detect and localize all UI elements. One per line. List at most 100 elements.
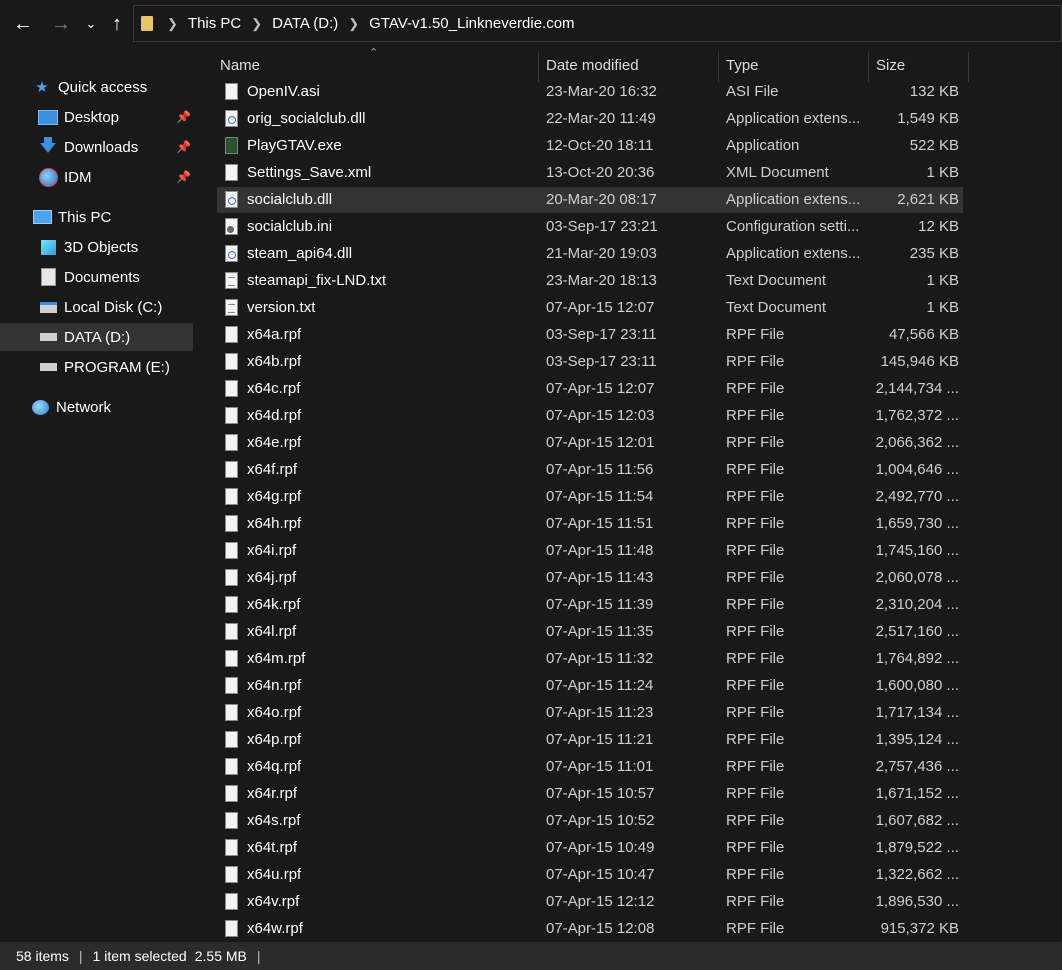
file-name: orig_socialclub.dll <box>247 110 366 127</box>
pin-icon[interactable]: 📌 <box>176 140 191 154</box>
sidebar-item-idm[interactable]: IDM 📌 <box>0 163 193 191</box>
file-icon <box>225 785 238 802</box>
column-header-name[interactable]: Name <box>220 48 536 82</box>
file-type: RPF File <box>726 866 785 883</box>
pin-icon[interactable]: 📌 <box>176 110 191 124</box>
column-header-date-modified[interactable]: Date modified <box>546 48 716 82</box>
sidebar-item-documents[interactable]: Documents <box>0 263 193 291</box>
file-row[interactable]: x64t.rpf 07-Apr-15 10:49 RPF File 1,879,522… <box>217 835 963 861</box>
file-size: 1,659,730 ... <box>875 515 959 532</box>
file-row[interactable]: orig_socialclub.dll 22-Mar-20 11:49 Applic… <box>217 106 963 132</box>
file-date-modified: 07-Apr-15 11:39 <box>546 596 654 613</box>
column-divider[interactable] <box>538 52 539 82</box>
file-icon <box>225 434 238 451</box>
file-row[interactable]: x64a.rpf 03-Sep-17 23:11 RPF File 47,566 KB <box>217 322 963 348</box>
file-row[interactable]: x64o.rpf 07-Apr-15 11:23 RPF File 1,717,134… <box>217 700 963 726</box>
file-name: x64k.rpf <box>247 596 301 613</box>
file-row[interactable]: x64i.rpf 07-Apr-15 11:48 RPF File 1,745,160… <box>217 538 963 564</box>
file-row[interactable]: OpenIV.asi 23-Mar-20 16:32 ASI File 132 KB <box>217 79 963 105</box>
cube-icon <box>38 238 58 256</box>
file-icon <box>225 488 238 505</box>
sidebar-item-3d-objects[interactable]: 3D Objects <box>0 233 193 261</box>
file-row[interactable]: x64c.rpf 07-Apr-15 12:07 RPF File 2,144,734… <box>217 376 963 402</box>
file-row[interactable]: x64w.rpf 07-Apr-15 12:08 RPF File 915,372 K… <box>217 916 963 942</box>
recent-locations-chevron-icon[interactable]: ⌄ <box>82 9 100 39</box>
sidebar-item-desktop[interactable]: Desktop 📌 <box>0 103 193 131</box>
star-icon: ★ <box>35 79 49 96</box>
file-row[interactable]: x64g.rpf 07-Apr-15 11:54 RPF File 2,492,770… <box>217 484 963 510</box>
pin-icon[interactable]: 📌 <box>176 170 191 184</box>
computer-icon <box>32 208 52 226</box>
sidebar-item-downloads[interactable]: 🡇 Downloads 📌 <box>0 133 193 161</box>
file-row[interactable]: x64h.rpf 07-Apr-15 11:51 RPF File 1,659,730… <box>217 511 963 537</box>
file-row[interactable]: x64v.rpf 07-Apr-15 12:12 RPF File 1,896,530… <box>217 889 963 915</box>
up-arrow-icon[interactable]: ↑ <box>105 9 129 39</box>
file-row[interactable]: steam_api64.dll 21-Mar-20 19:03 Applicatio… <box>217 241 963 267</box>
sidebar-item-program-e[interactable]: PROGRAM (E:) <box>0 353 193 381</box>
file-row[interactable]: x64p.rpf 07-Apr-15 11:21 RPF File 1,395,124… <box>217 727 963 753</box>
column-header-size[interactable]: Size <box>876 48 966 82</box>
address-bar[interactable]: ❯ This PC ❯ DATA (D:) ❯ GTAV-v1.50_Linkn… <box>133 5 1062 42</box>
file-row[interactable]: x64f.rpf 07-Apr-15 11:56 RPF File 1,004,646… <box>217 457 963 483</box>
breadcrumb-chevron-icon[interactable]: ❯ <box>251 16 262 32</box>
network-icon <box>30 398 50 416</box>
file-type: RPF File <box>726 434 785 451</box>
file-row[interactable]: PlayGTAV.exe 12-Oct-20 18:11 Application 52… <box>217 133 963 159</box>
file-name: version.txt <box>247 299 316 316</box>
file-row[interactable]: x64d.rpf 07-Apr-15 12:03 RPF File 1,762,372… <box>217 403 963 429</box>
file-row[interactable]: x64u.rpf 07-Apr-15 10:47 RPF File 1,322,662… <box>217 862 963 888</box>
sidebar-item-data-d[interactable]: DATA (D:) <box>0 323 193 351</box>
file-icon <box>225 596 238 613</box>
file-row[interactable]: x64j.rpf 07-Apr-15 11:43 RPF File 2,060,078… <box>217 565 963 591</box>
file-size: 2,060,078 ... <box>875 569 959 586</box>
sidebar-item-label: PROGRAM (E:) <box>64 358 170 376</box>
file-row[interactable]: x64b.rpf 03-Sep-17 23:11 RPF File 145,946 K… <box>217 349 963 375</box>
file-row[interactable]: x64q.rpf 07-Apr-15 11:01 RPF File 2,757,436… <box>217 754 963 780</box>
breadcrumb-this-pc[interactable]: This PC <box>188 15 241 32</box>
file-row[interactable]: x64m.rpf 07-Apr-15 11:32 RPF File 1,764,892… <box>217 646 963 672</box>
breadcrumb-current-folder[interactable]: GTAV-v1.50_Linkneverdie.com <box>369 15 574 32</box>
file-row[interactable]: x64s.rpf 07-Apr-15 10:52 RPF File 1,607,682… <box>217 808 963 834</box>
file-size: 1,322,662 ... <box>875 866 959 883</box>
file-row[interactable]: socialclub.dll 20-Mar-20 08:17 Application… <box>217 187 963 213</box>
column-divider[interactable] <box>868 52 869 82</box>
file-date-modified: 07-Apr-15 11:54 <box>546 488 654 505</box>
column-divider[interactable] <box>718 52 719 82</box>
column-header-type[interactable]: Type <box>726 48 866 82</box>
file-row[interactable]: x64l.rpf 07-Apr-15 11:35 RPF File 2,517,160… <box>217 619 963 645</box>
file-row[interactable]: version.txt 07-Apr-15 12:07 Text Document 1… <box>217 295 963 321</box>
status-divider: | <box>78 948 83 964</box>
file-icon <box>225 650 238 667</box>
file-date-modified: 23-Mar-20 18:13 <box>546 272 657 289</box>
file-type: Application extens... <box>726 191 861 208</box>
file-type: RPF File <box>726 920 785 937</box>
file-row[interactable]: x64r.rpf 07-Apr-15 10:57 RPF File 1,671,152… <box>217 781 963 807</box>
sidebar-item-local-disk-c[interactable]: Local Disk (C:) <box>0 293 193 321</box>
forward-arrow-icon[interactable]: → <box>48 9 74 39</box>
file-name: x64p.rpf <box>247 731 302 748</box>
file-name: x64b.rpf <box>247 353 302 370</box>
file-row[interactable]: steamapi_fix-LND.txt 23-Mar-20 18:13 Text … <box>217 268 963 294</box>
sidebar-item-network[interactable]: Network <box>0 393 193 421</box>
file-icon <box>225 326 238 343</box>
sidebar-item-this-pc[interactable]: This PC <box>0 203 193 231</box>
file-type: RPF File <box>726 623 785 640</box>
file-date-modified: 03-Sep-17 23:21 <box>546 218 658 235</box>
file-name: x64l.rpf <box>247 623 297 640</box>
file-row[interactable]: x64n.rpf 07-Apr-15 11:24 RPF File 1,600,080… <box>217 673 963 699</box>
breadcrumb-chevron-icon[interactable]: ❯ <box>348 16 359 32</box>
file-row[interactable]: x64e.rpf 07-Apr-15 12:01 RPF File 2,066,362… <box>217 430 963 456</box>
file-row[interactable]: socialclub.ini 03-Sep-17 23:21 Configurati… <box>217 214 963 240</box>
back-arrow-icon[interactable]: ← <box>10 9 36 39</box>
sidebar-item-quick-access[interactable]: ★ Quick access <box>0 73 193 101</box>
file-icon <box>225 353 238 370</box>
file-row[interactable]: Settings_Save.xml 13-Oct-20 20:36 XML Docu… <box>217 160 963 186</box>
file-icon <box>225 461 238 478</box>
breadcrumb-data-drive[interactable]: DATA (D:) <box>272 15 338 32</box>
file-type: Application extens... <box>726 110 861 127</box>
file-name: x64t.rpf <box>247 839 298 856</box>
file-row[interactable]: x64k.rpf 07-Apr-15 11:39 RPF File 2,310,204… <box>217 592 963 618</box>
file-type: RPF File <box>726 677 785 694</box>
column-divider[interactable] <box>968 52 969 82</box>
file-name: x64a.rpf <box>247 326 302 343</box>
